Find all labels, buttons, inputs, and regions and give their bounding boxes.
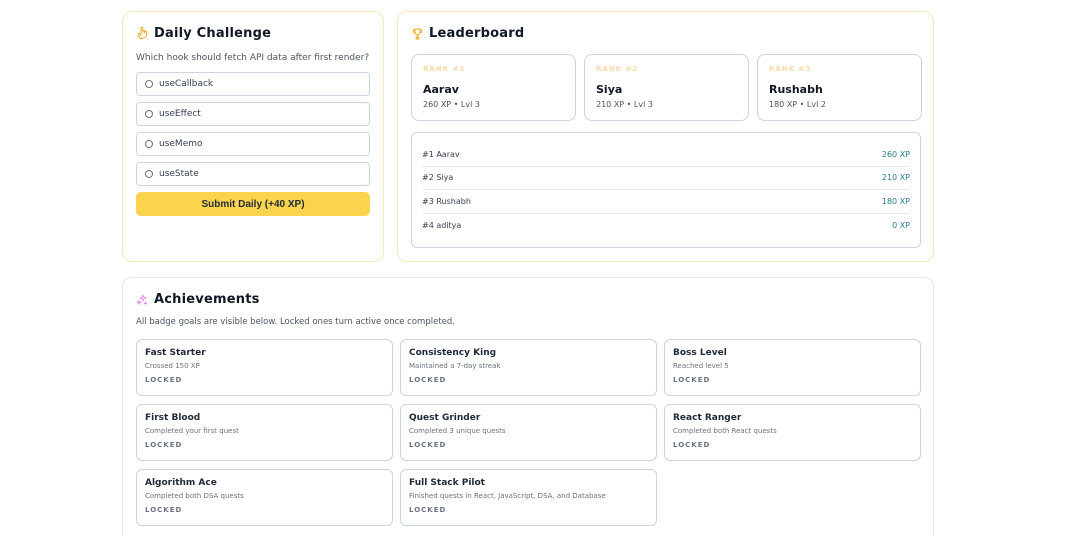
sparkles-icon xyxy=(136,293,148,307)
badge-desc: Finished quests in React, JavaScript, DS… xyxy=(409,492,606,500)
achievements-title: Achievements xyxy=(136,292,260,307)
rank-label: RANK #1 xyxy=(423,65,466,73)
rank-name: Aarav xyxy=(423,83,459,96)
badge-desc: Completed your first quest xyxy=(145,427,239,435)
rank-meta: 210 XP • Lvl 3 xyxy=(596,100,653,109)
rank-label: RANK #3 xyxy=(769,65,812,73)
badge-consistency-king: Consistency King Maintained a 7-day stre… xyxy=(400,339,657,396)
daily-challenge-title: Daily Challenge xyxy=(136,26,271,41)
leaderboard-player: #1 Aarav xyxy=(422,149,460,159)
option-label: useEffect xyxy=(159,109,201,119)
podium-card-1: RANK #1 Aarav 260 XP • Lvl 3 xyxy=(411,54,576,121)
option-label: useState xyxy=(159,169,199,179)
badge-desc: Maintained a 7-day streak xyxy=(409,362,501,370)
badge-status: LOCKED xyxy=(409,376,447,384)
leaderboard-row: #4 aditya 0 XP xyxy=(422,214,910,238)
badge-title: Boss Level xyxy=(673,348,727,358)
achievements-subtitle: All badge goals are visible below. Locke… xyxy=(136,317,455,327)
option-label: useMemo xyxy=(159,139,203,149)
rank-name: Rushabh xyxy=(769,83,823,96)
leaderboard-xp: 180 XP xyxy=(881,196,910,206)
badge-full-stack-pilot: Full Stack Pilot Finished quests in Reac… xyxy=(400,469,657,526)
daily-challenge-card: Daily Challenge Which hook should fetch … xyxy=(122,11,384,262)
leaderboard-card: Leaderboard RANK #1 Aarav 260 XP • Lvl 3… xyxy=(397,11,934,262)
badge-react-ranger: React Ranger Completed both React quests… xyxy=(664,404,921,461)
badge-title: Full Stack Pilot xyxy=(409,478,485,488)
badge-status: LOCKED xyxy=(673,376,711,384)
badge-desc: Completed both React quests xyxy=(673,427,777,435)
badge-status: LOCKED xyxy=(145,441,183,449)
badge-first-blood: First Blood Completed your first quest L… xyxy=(136,404,393,461)
leaderboard-xp: 210 XP xyxy=(881,173,910,183)
badge-title: React Ranger xyxy=(673,413,742,423)
radio-icon[interactable] xyxy=(145,140,153,148)
radio-icon[interactable] xyxy=(145,110,153,118)
badge-algorithm-ace: Algorithm Ace Completed both DSA quests … xyxy=(136,469,393,526)
radio-icon[interactable] xyxy=(145,80,153,88)
badge-fast-starter: Fast Starter Crossed 150 XP LOCKED xyxy=(136,339,393,396)
leaderboard-player: #4 aditya xyxy=(422,221,462,231)
leaderboard-list: #1 Aarav 260 XP #2 Siya 210 XP #3 Rushab… xyxy=(411,132,921,248)
rank-meta: 260 XP • Lvl 3 xyxy=(423,100,480,109)
badge-title: Fast Starter xyxy=(145,348,206,358)
badge-boss-level: Boss Level Reached level 5 LOCKED xyxy=(664,339,921,396)
leaderboard-row: #2 Siya 210 XP xyxy=(422,167,910,191)
submit-daily-button[interactable]: Submit Daily (+40 XP) xyxy=(136,192,370,216)
leaderboard-title: Leaderboard xyxy=(411,26,524,41)
achievements-title-text: Achievements xyxy=(154,292,260,307)
rank-name: Siya xyxy=(596,83,623,96)
badge-title: Quest Grinder xyxy=(409,413,481,423)
trophy-icon xyxy=(411,27,423,41)
badge-status: LOCKED xyxy=(673,441,711,449)
hand-point-up-icon xyxy=(136,27,148,41)
leaderboard-title-text: Leaderboard xyxy=(429,26,525,41)
badge-title: Consistency King xyxy=(409,348,497,358)
badge-status: LOCKED xyxy=(409,506,447,514)
leaderboard-row: #1 Aarav 260 XP xyxy=(422,143,910,167)
option-usememo[interactable]: useMemo xyxy=(136,132,370,156)
option-useeffect[interactable]: useEffect xyxy=(136,102,370,126)
badge-status: LOCKED xyxy=(145,376,183,384)
option-usecallback[interactable]: useCallback xyxy=(136,72,370,96)
leaderboard-player: #2 Siya xyxy=(422,173,454,183)
achievements-card: Achievements All badge goals are visible… xyxy=(122,277,934,536)
badge-quest-grinder: Quest Grinder Completed 3 unique quests … xyxy=(400,404,657,461)
daily-question: Which hook should fetch API data after f… xyxy=(136,53,370,63)
leaderboard-xp: 0 XP xyxy=(892,221,910,231)
radio-icon[interactable] xyxy=(145,170,153,178)
badge-desc: Completed 3 unique quests xyxy=(409,427,506,435)
badge-desc: Reached level 5 xyxy=(673,362,729,370)
leaderboard-player: #3 Rushabh xyxy=(422,196,471,206)
badge-title: First Blood xyxy=(145,413,201,423)
leaderboard-xp: 260 XP xyxy=(881,149,910,159)
badge-title: Algorithm Ace xyxy=(145,478,217,488)
badge-desc: Crossed 150 XP xyxy=(145,362,200,370)
badge-status: LOCKED xyxy=(145,506,183,514)
podium-card-3: RANK #3 Rushabh 180 XP • Lvl 2 xyxy=(757,54,922,121)
badge-desc: Completed both DSA quests xyxy=(145,492,244,500)
option-usestate[interactable]: useState xyxy=(136,162,370,186)
daily-challenge-title-text: Daily Challenge xyxy=(154,26,272,41)
rank-label: RANK #2 xyxy=(596,65,639,73)
leaderboard-row: #3 Rushabh 180 XP xyxy=(422,190,910,214)
podium-card-2: RANK #2 Siya 210 XP • Lvl 3 xyxy=(584,54,749,121)
badge-status: LOCKED xyxy=(409,441,447,449)
rank-meta: 180 XP • Lvl 2 xyxy=(769,100,826,109)
option-label: useCallback xyxy=(159,79,214,89)
